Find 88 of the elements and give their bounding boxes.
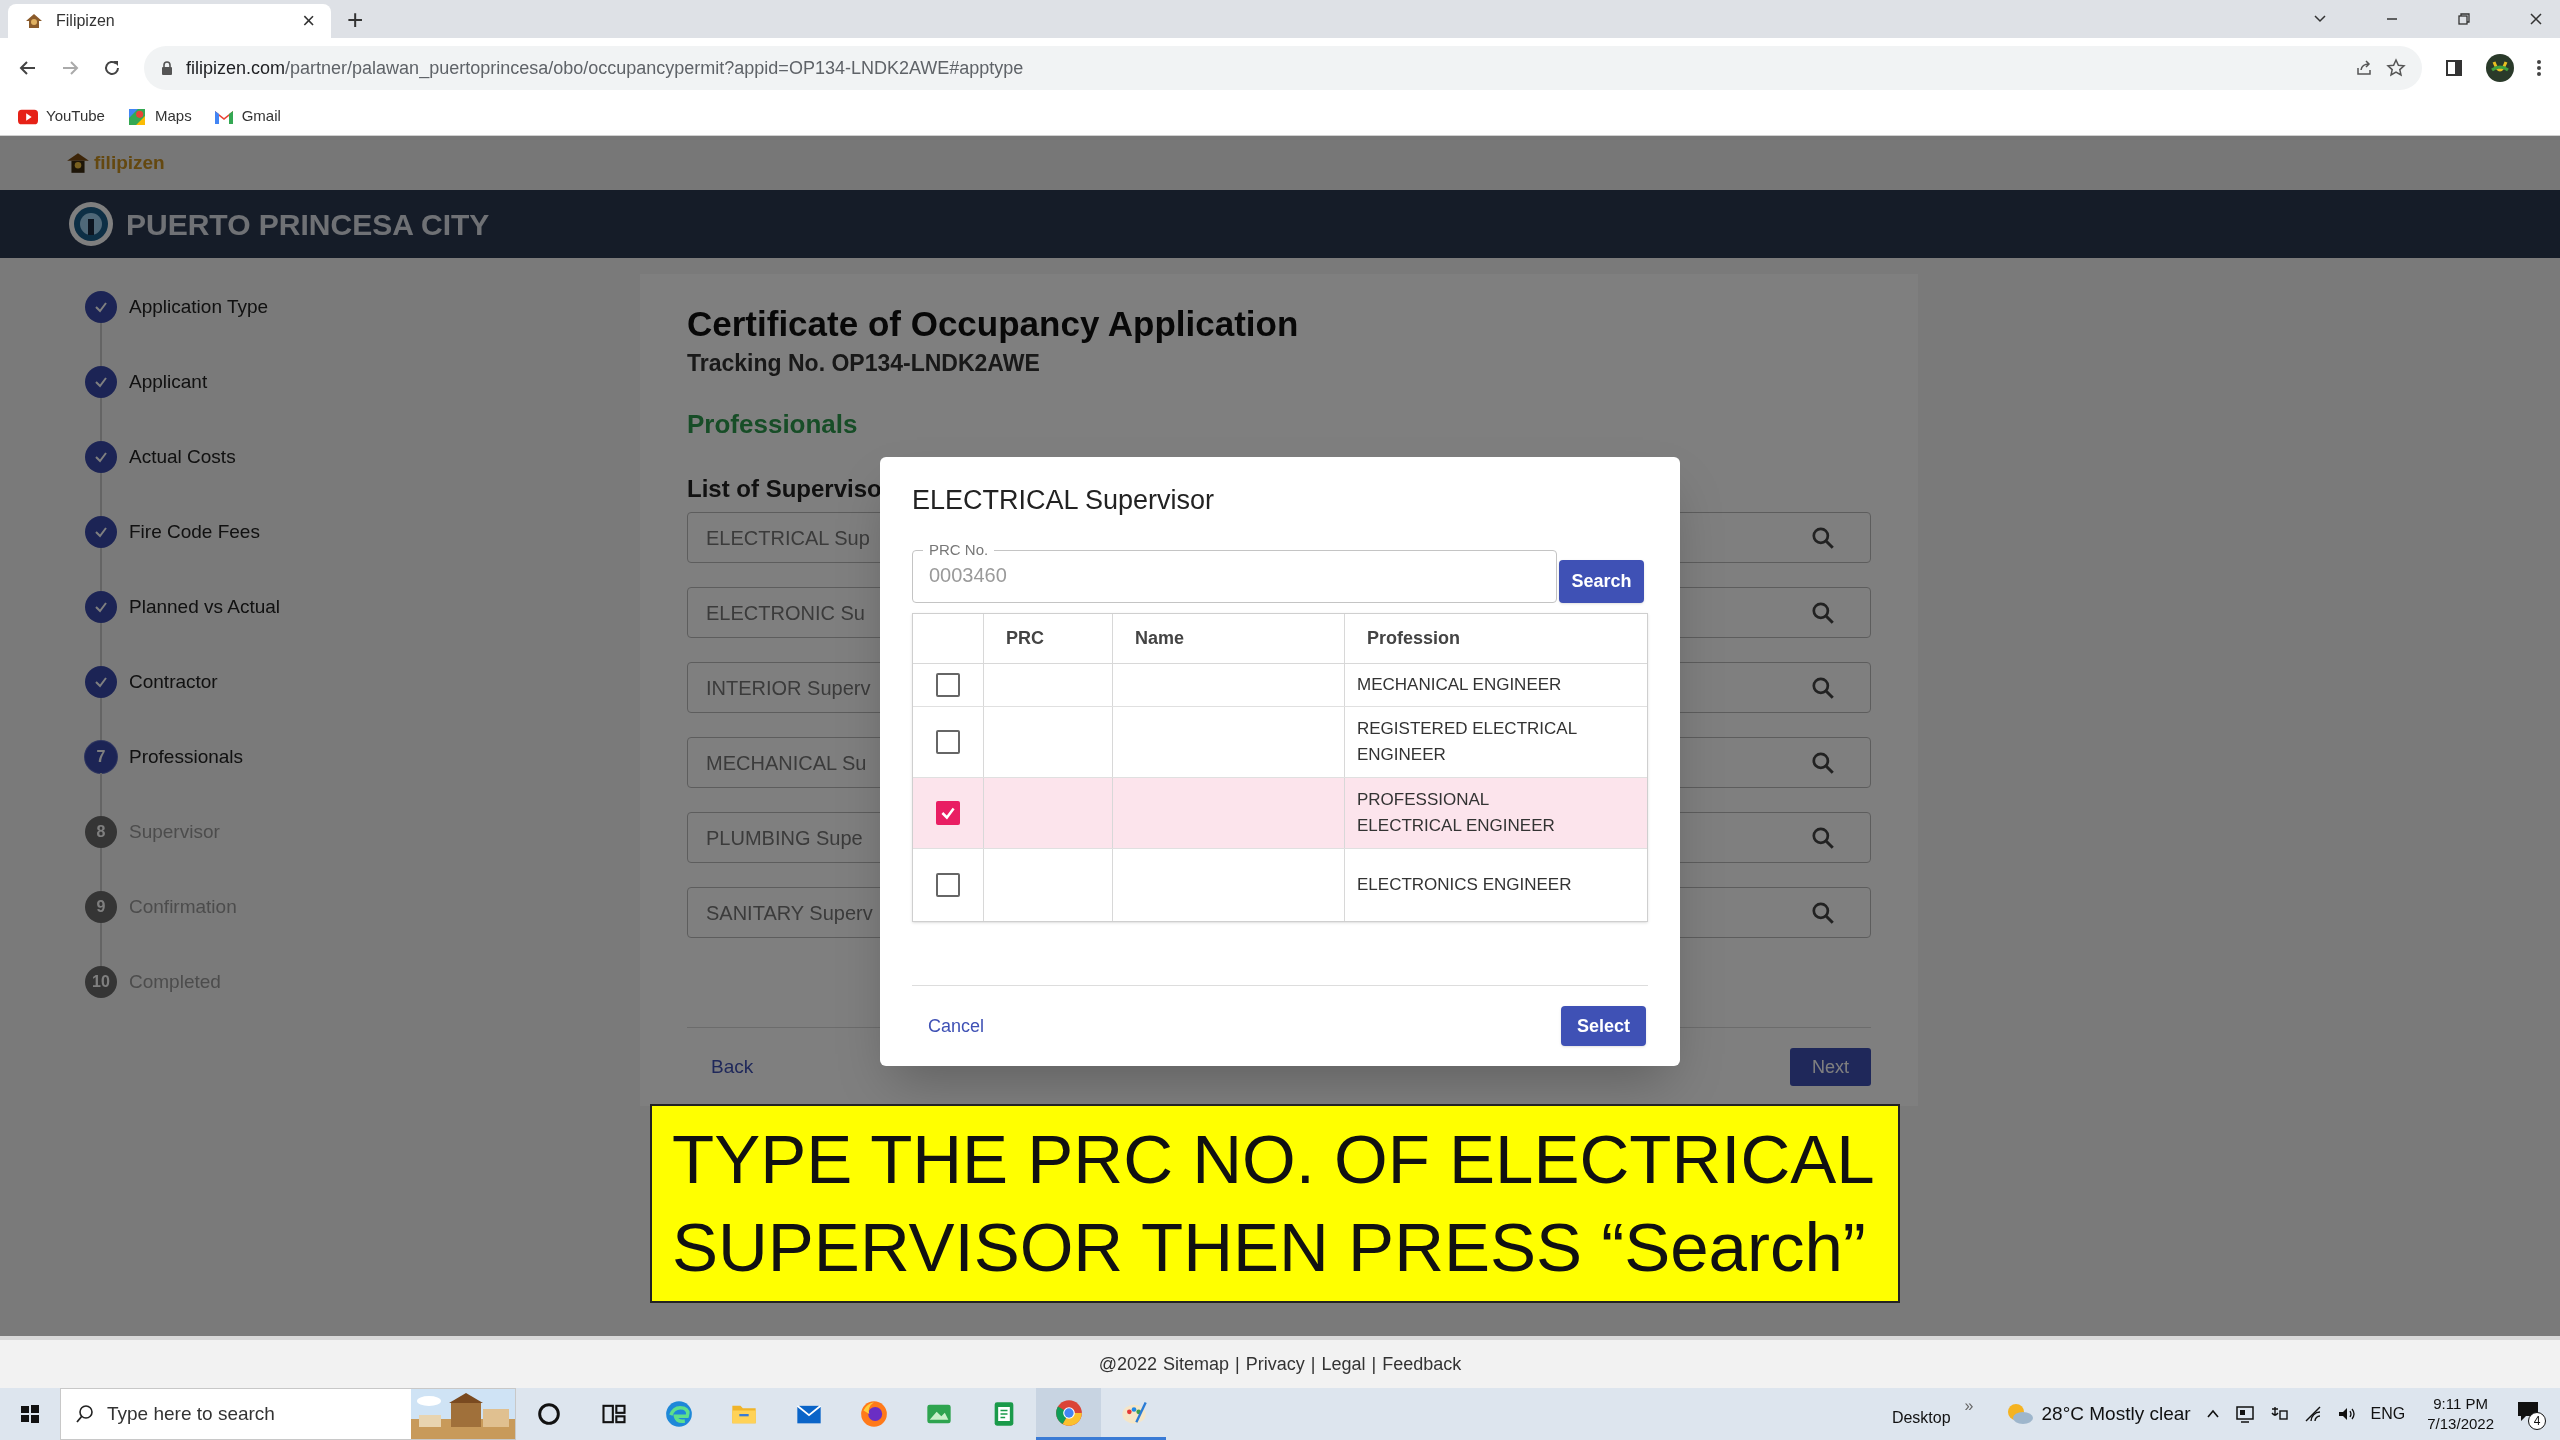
- step-label[interactable]: Actual Costs: [129, 441, 236, 473]
- step-label[interactable]: Application Type: [129, 291, 269, 323]
- instruction-caption: TYPE THE PRC NO. OF ELECTRICAL SUPERVISOR THEN PRESS “Search”: [650, 1104, 1900, 1303]
- bookmark[interactable]: YouTube: [18, 105, 105, 128]
- search-icon[interactable]: [1810, 749, 1836, 776]
- hut-logo-icon: [66, 151, 90, 175]
- table-row[interactable]: ELECTRONICS ENGINEER: [913, 849, 1647, 921]
- map-pin-icon: [126, 108, 147, 125]
- profession-text: REGISTERED ELECTRICAL ENGINEER: [1357, 718, 1578, 766]
- profession-text: PROFESSIONAL ELECTRICAL ENGINEER: [1357, 789, 1556, 837]
- bookmark[interactable]: Maps: [126, 105, 192, 128]
- checkbox[interactable]: [936, 730, 960, 754]
- step-label[interactable]: Fire Code Fees: [129, 516, 260, 548]
- step-label[interactable]: Planned vs Actual: [129, 591, 281, 623]
- step-label[interactable]: Contractor: [129, 666, 218, 698]
- language-indicator[interactable]: ENG: [2370, 1402, 2406, 1426]
- menu-icon[interactable]: [2536, 58, 2542, 78]
- weather-widget[interactable]: 28°C Mostly clear: [2005, 1399, 2191, 1429]
- browser-tab[interactable]: Filipizen ×: [8, 4, 331, 38]
- field-label: PRC No.: [928, 541, 990, 559]
- search-icon: [75, 1404, 95, 1424]
- page-title: Certificate of Occupancy Application: [687, 303, 1300, 345]
- checkbox[interactable]: [936, 873, 960, 897]
- fox-globe-icon[interactable]: [859, 1400, 888, 1428]
- desktop-toolbar-label[interactable]: Desktop: [1891, 1406, 1951, 1430]
- dialog-title: ELECTRICAL Supervisor: [912, 484, 1216, 517]
- envelope-m-icon: [213, 108, 234, 125]
- address-bar[interactable]: filipizen.com/partner/palawan_puertoprincesa/obo/occupancypermit?appid=OP134-LNDK2AWE#apptype: [144, 46, 2422, 90]
- play-logo-icon: [18, 108, 38, 125]
- new-tab-button[interactable]: +: [347, 6, 364, 34]
- next-button[interactable]: Next: [1790, 1048, 1871, 1086]
- moon-cloud-icon: [2005, 1402, 2034, 1426]
- chrome-browser-icon[interactable]: [1054, 1398, 1083, 1427]
- url-text: filipizen.com/partner/palawan_puertoprincesa/obo/occupancypermit?appid=OP134-LNDK2AWE#apptype: [186, 56, 1025, 81]
- footer-link[interactable]: Privacy: [1245, 1350, 1305, 1378]
- column-header: Name: [1113, 614, 1345, 663]
- step-label[interactable]: Applicant: [129, 366, 208, 398]
- city-title: PUERTO PRINCESA CITY: [126, 206, 490, 243]
- profession-text: MECHANICAL ENGINEER: [1357, 674, 1563, 696]
- column-header: Profession: [1366, 627, 1462, 650]
- section-title: Professionals: [687, 408, 859, 440]
- browser-wave-icon[interactable]: [664, 1400, 693, 1428]
- separator-text: |: [1310, 1352, 1316, 1376]
- clock[interactable]: 9:11 PM 7/13/2022: [2427, 1394, 2494, 1434]
- copyright-text: @2022: [1098, 1352, 1158, 1376]
- taskbar-search-field[interactable]: Type here to search: [60, 1388, 516, 1440]
- search-icon[interactable]: [1810, 899, 1836, 926]
- profile-avatar[interactable]: [2486, 54, 2514, 82]
- back-link[interactable]: Back: [711, 1052, 754, 1082]
- star-icon[interactable]: [2386, 58, 2406, 78]
- hut-icon: [24, 11, 44, 31]
- lock-icon: [160, 60, 174, 76]
- search-icon[interactable]: [1810, 524, 1836, 551]
- separator-text: |: [1371, 1352, 1377, 1376]
- windows-start-icon[interactable]: [20, 1404, 40, 1424]
- side-panel-icon[interactable]: [2444, 58, 2464, 78]
- footer-link[interactable]: Legal: [1321, 1350, 1366, 1378]
- tracking-number: Tracking No. OP134-LNDK2AWE: [687, 349, 1041, 378]
- profession-text: ELECTRONICS ENGINEER: [1357, 874, 1573, 896]
- restore-icon[interactable]: [2456, 11, 2472, 27]
- bookmark[interactable]: Gmail: [213, 105, 281, 128]
- reload-icon[interactable]: [102, 58, 122, 78]
- city-seal-icon: [68, 201, 114, 247]
- checkbox[interactable]: [936, 673, 960, 697]
- table-row[interactable]: PROFESSIONAL ELECTRICAL ENGINEER: [913, 778, 1647, 849]
- close-icon[interactable]: [2528, 11, 2544, 27]
- footer-link[interactable]: Feedback: [1382, 1350, 1462, 1378]
- table-row[interactable]: REGISTERED ELECTRICAL ENGINEER: [913, 707, 1647, 778]
- expand-chevron[interactable]: »: [1964, 1398, 1974, 1414]
- list-title: List of Superviso: [687, 474, 882, 504]
- notification-count-badge: 4: [2528, 1412, 2546, 1430]
- cancel-button[interactable]: Cancel: [928, 1012, 985, 1040]
- column-header: PRC: [984, 614, 1113, 663]
- close-tab-button[interactable]: ×: [302, 10, 315, 32]
- select-button[interactable]: Select: [1561, 1006, 1646, 1046]
- step-label[interactable]: Professionals: [129, 741, 244, 773]
- monitor-icon[interactable]: [2234, 1404, 2255, 1424]
- share-icon[interactable]: [2354, 58, 2374, 78]
- footer-link[interactable]: Sitemap: [1163, 1350, 1230, 1378]
- separator-text: |: [1235, 1352, 1240, 1376]
- search-icon[interactable]: [1810, 599, 1836, 626]
- brand-logo-text: filipizen: [94, 150, 165, 175]
- search-icon[interactable]: [1810, 824, 1836, 851]
- table-row[interactable]: MECHANICAL ENGINEER: [913, 664, 1647, 707]
- search-icon[interactable]: [1810, 674, 1836, 701]
- search-button[interactable]: Search: [1559, 560, 1644, 603]
- checkbox[interactable]: [936, 801, 960, 825]
- prc-number-input[interactable]: 0003460: [923, 559, 1546, 591]
